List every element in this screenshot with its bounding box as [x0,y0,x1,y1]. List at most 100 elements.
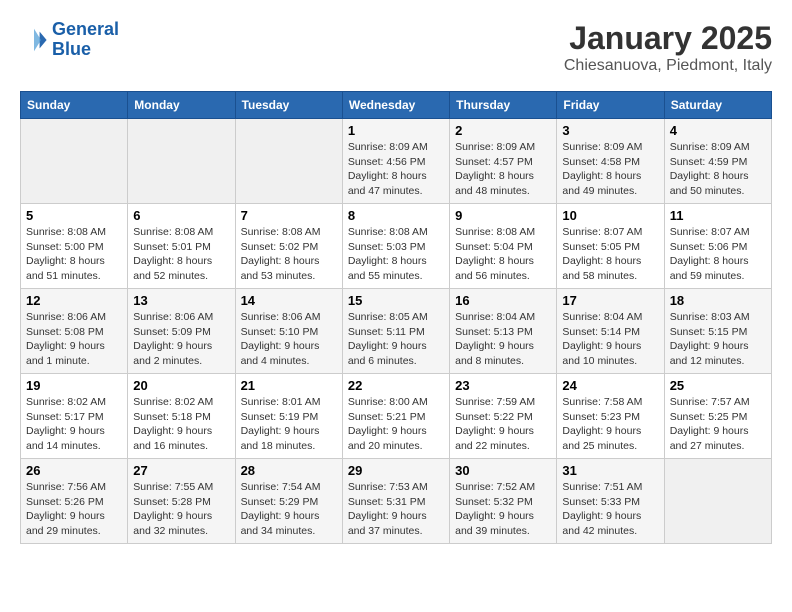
calendar-week-1: 1 Sunrise: 8:09 AM Sunset: 4:56 PM Daylig… [21,119,772,204]
calendar-cell: 28Sunrise: 7:54 AM Sunset: 5:29 PM Dayli… [235,459,342,544]
day-detail: Sunrise: 8:06 AM Sunset: 5:09 PM Dayligh… [133,310,229,369]
day-number: 27 [133,463,229,478]
day-number: 16 [455,293,551,308]
day-number: 5 [26,208,122,223]
calendar-cell [235,119,342,204]
calendar-cell: 23 Sunrise: 7:59 AM Sunset: 5:22 PM Dayli… [450,374,557,459]
day-number: 24 [562,378,658,393]
day-number: 15 [348,293,444,308]
day-detail: Sunrise: 8:08 AM Sunset: 5:00 PM Dayligh… [26,225,122,284]
day-number: 14 [241,293,337,308]
day-detail: Sunrise: 8:06 AM Sunset: 5:10 PM Dayligh… [241,310,337,369]
day-number: 9 [455,208,551,223]
day-number: 25 [670,378,766,393]
day-detail: Sunrise: 8:03 AM Sunset: 5:15 PM Dayligh… [670,310,766,369]
day-detail: Sunrise: 8:02 AM Sunset: 5:18 PM Dayligh… [133,395,229,454]
calendar-cell: 6 Sunrise: 8:08 AM Sunset: 5:01 PM Daylig… [128,204,235,289]
calendar-cell [21,119,128,204]
calendar-cell: 15 Sunrise: 8:05 AM Sunset: 5:11 PM Dayli… [342,289,449,374]
calendar-cell: 27 Sunrise: 7:55 AM Sunset: 5:28 PM Dayli… [128,459,235,544]
calendar-cell: 11Sunrise: 8:07 AM Sunset: 5:06 PM Dayli… [664,204,771,289]
calendar-cell: 16 Sunrise: 8:04 AM Sunset: 5:13 PM Dayli… [450,289,557,374]
day-detail: Sunrise: 7:54 AM Sunset: 5:29 PM Dayligh… [241,480,337,539]
day-number: 23 [455,378,551,393]
day-number: 19 [26,378,122,393]
header-row: Sunday Monday Tuesday Wednesday Thursday… [21,92,772,119]
day-detail: Sunrise: 8:08 AM Sunset: 5:02 PM Dayligh… [241,225,337,284]
day-detail: Sunrise: 7:53 AM Sunset: 5:31 PM Dayligh… [348,480,444,539]
day-detail: Sunrise: 7:57 AM Sunset: 5:25 PM Dayligh… [670,395,766,454]
header-tuesday: Tuesday [235,92,342,119]
day-detail: Sunrise: 8:09 AM Sunset: 4:57 PM Dayligh… [455,140,551,199]
logo-line2: Blue [52,39,91,59]
day-number: 18 [670,293,766,308]
calendar-cell [128,119,235,204]
calendar-cell: 13 Sunrise: 8:06 AM Sunset: 5:09 PM Dayli… [128,289,235,374]
calendar-cell: 5 Sunrise: 8:08 AM Sunset: 5:00 PM Daylig… [21,204,128,289]
day-number: 4 [670,123,766,138]
day-number: 10 [562,208,658,223]
day-detail: Sunrise: 7:59 AM Sunset: 5:22 PM Dayligh… [455,395,551,454]
day-number: 13 [133,293,229,308]
calendar-cell: 9Sunrise: 8:08 AM Sunset: 5:04 PM Daylig… [450,204,557,289]
calendar-cell: 25 Sunrise: 7:57 AM Sunset: 5:25 PM Dayli… [664,374,771,459]
day-detail: Sunrise: 7:52 AM Sunset: 5:32 PM Dayligh… [455,480,551,539]
day-number: 3 [562,123,658,138]
day-number: 2 [455,123,551,138]
calendar-cell: 22 Sunrise: 8:00 AM Sunset: 5:21 PM Dayli… [342,374,449,459]
day-detail: Sunrise: 7:51 AM Sunset: 5:33 PM Dayligh… [562,480,658,539]
calendar-week-4: 19Sunrise: 8:02 AM Sunset: 5:17 PM Dayli… [21,374,772,459]
calendar-cell: 29 Sunrise: 7:53 AM Sunset: 5:31 PM Dayli… [342,459,449,544]
day-detail: Sunrise: 8:09 AM Sunset: 4:56 PM Dayligh… [348,140,444,199]
calendar-title: January 2025 [564,20,772,57]
logo-text: General Blue [52,20,119,60]
logo: General Blue [20,20,119,60]
calendar-cell: 1 Sunrise: 8:09 AM Sunset: 4:56 PM Daylig… [342,119,449,204]
day-number: 21 [241,378,337,393]
day-detail: Sunrise: 8:08 AM Sunset: 5:03 PM Dayligh… [348,225,444,284]
header-monday: Monday [128,92,235,119]
day-number: 26 [26,463,122,478]
day-detail: Sunrise: 8:07 AM Sunset: 5:05 PM Dayligh… [562,225,658,284]
calendar-cell: 18 Sunrise: 8:03 AM Sunset: 5:15 PM Dayli… [664,289,771,374]
day-number: 22 [348,378,444,393]
day-detail: Sunrise: 8:06 AM Sunset: 5:08 PM Dayligh… [26,310,122,369]
day-detail: Sunrise: 7:58 AM Sunset: 5:23 PM Dayligh… [562,395,658,454]
calendar-cell: 26Sunrise: 7:56 AM Sunset: 5:26 PM Dayli… [21,459,128,544]
calendar-cell [664,459,771,544]
calendar-cell: 24 Sunrise: 7:58 AM Sunset: 5:23 PM Dayli… [557,374,664,459]
title-block: January 2025 Chiesanuova, Piedmont, Ital… [564,20,772,75]
day-number: 30 [455,463,551,478]
day-number: 6 [133,208,229,223]
calendar-table: Sunday Monday Tuesday Wednesday Thursday… [20,91,772,544]
header-thursday: Thursday [450,92,557,119]
calendar-cell: 3 Sunrise: 8:09 AM Sunset: 4:58 PM Daylig… [557,119,664,204]
day-number: 29 [348,463,444,478]
calendar-cell: 30 Sunrise: 7:52 AM Sunset: 5:32 PM Dayli… [450,459,557,544]
calendar-cell: 12 Sunrise: 8:06 AM Sunset: 5:08 PM Dayli… [21,289,128,374]
day-number: 20 [133,378,229,393]
calendar-cell: 4Sunrise: 8:09 AM Sunset: 4:59 PM Daylig… [664,119,771,204]
calendar-cell: 21 Sunrise: 8:01 AM Sunset: 5:19 PM Dayli… [235,374,342,459]
day-number: 12 [26,293,122,308]
day-detail: Sunrise: 8:04 AM Sunset: 5:13 PM Dayligh… [455,310,551,369]
header-saturday: Saturday [664,92,771,119]
day-detail: Sunrise: 8:04 AM Sunset: 5:14 PM Dayligh… [562,310,658,369]
calendar-cell: 20 Sunrise: 8:02 AM Sunset: 5:18 PM Dayli… [128,374,235,459]
day-number: 1 [348,123,444,138]
day-detail: Sunrise: 8:05 AM Sunset: 5:11 PM Dayligh… [348,310,444,369]
day-detail: Sunrise: 7:55 AM Sunset: 5:28 PM Dayligh… [133,480,229,539]
calendar-cell: 17Sunrise: 8:04 AM Sunset: 5:14 PM Dayli… [557,289,664,374]
calendar-subtitle: Chiesanuova, Piedmont, Italy [564,57,772,75]
calendar-cell: 7 Sunrise: 8:08 AM Sunset: 5:02 PM Daylig… [235,204,342,289]
calendar-cell: 14 Sunrise: 8:06 AM Sunset: 5:10 PM Dayli… [235,289,342,374]
day-detail: Sunrise: 8:00 AM Sunset: 5:21 PM Dayligh… [348,395,444,454]
day-detail: Sunrise: 8:01 AM Sunset: 5:19 PM Dayligh… [241,395,337,454]
logo-icon [20,26,48,54]
calendar-cell: 31Sunrise: 7:51 AM Sunset: 5:33 PM Dayli… [557,459,664,544]
day-detail: Sunrise: 8:09 AM Sunset: 4:58 PM Dayligh… [562,140,658,199]
header-friday: Friday [557,92,664,119]
day-number: 7 [241,208,337,223]
day-detail: Sunrise: 8:08 AM Sunset: 5:01 PM Dayligh… [133,225,229,284]
logo-line1: General [52,19,119,39]
